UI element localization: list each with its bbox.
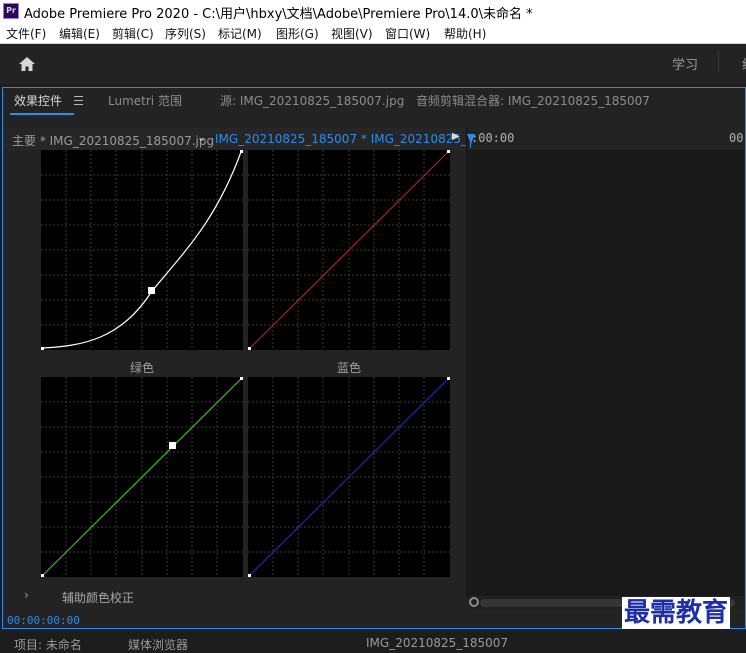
workspace-learning[interactable]: 学习 xyxy=(672,54,698,73)
menu-view[interactable]: 视图(V) xyxy=(331,25,373,42)
menu-clip[interactable]: 剪辑(C) xyxy=(112,25,154,42)
active-tab-indicator xyxy=(10,113,74,115)
play-icon[interactable]: ▶ xyxy=(452,131,460,142)
menu-sequence[interactable]: 序列(S) xyxy=(165,25,206,42)
menu-window[interactable]: 窗口(W) xyxy=(385,25,430,42)
red-curve-graph[interactable] xyxy=(248,150,450,350)
timecode-display[interactable]: 00:00:00:00 xyxy=(7,614,80,627)
workspace-editing[interactable]: 编 xyxy=(742,54,746,73)
menu-help[interactable]: 帮助(H) xyxy=(444,25,486,42)
menu-edit[interactable]: 编辑(E) xyxy=(59,25,100,42)
menu-file[interactable]: 文件(F) xyxy=(6,25,46,42)
workspace-bar xyxy=(0,44,746,84)
menu-bar: 文件(F) 编辑(E) 剪辑(C) 序列(S) 标记(M) 图形(G) 视图(V… xyxy=(0,23,746,44)
master-curve-graph[interactable] xyxy=(41,150,243,350)
green-curve-point xyxy=(169,442,176,449)
tab-sequence[interactable]: IMG_20210825_185007 xyxy=(366,636,508,650)
secondary-color-correction-label[interactable]: 辅助颜色校正 xyxy=(62,589,134,606)
tab-source[interactable]: 源: IMG_20210825_185007.jpg xyxy=(220,92,404,109)
panel-menu-icon[interactable] xyxy=(74,96,83,105)
tab-audio-clip-mixer[interactable]: 音频剪辑混合器: IMG_20210825_185007 xyxy=(416,92,650,109)
watermark-logo: 最需教育 xyxy=(622,597,731,629)
mini-timeline-area[interactable] xyxy=(468,150,744,596)
workspace-separator xyxy=(718,50,719,72)
chevron-down-icon[interactable]: ⌄ xyxy=(197,131,206,144)
scrollbar-start-handle[interactable] xyxy=(469,597,479,607)
playhead-line xyxy=(470,138,471,148)
sequence-clip-label[interactable]: IMG_20210825_185007 * IMG_20210825_... xyxy=(215,132,478,146)
playhead-icon[interactable] xyxy=(467,134,475,144)
window-title: Adobe Premiere Pro 2020 - C:\用户\hbxy\文档\… xyxy=(24,7,533,22)
green-curve-graph[interactable] xyxy=(41,377,243,577)
master-curve-point xyxy=(148,287,155,294)
master-clip-label[interactable]: 主要 * IMG_20210825_185007.jpg xyxy=(12,132,214,149)
ruler-end-time: 00: xyxy=(729,131,746,145)
green-curve-label: 绿色 xyxy=(129,361,154,375)
premiere-app-icon[interactable]: Pr xyxy=(3,3,19,19)
blue-curve-graph[interactable] xyxy=(248,377,450,577)
blue-curve-label: 蓝色 xyxy=(336,361,361,375)
tab-effect-controls[interactable]: 效果控件 xyxy=(14,92,62,109)
menu-graphics[interactable]: 图形(G) xyxy=(276,25,319,42)
chevron-right-icon[interactable]: › xyxy=(24,588,29,602)
ruler-start-time: :00:00 xyxy=(471,131,515,145)
home-icon[interactable] xyxy=(18,56,36,75)
menu-marker[interactable]: 标记(M) xyxy=(218,25,262,42)
tab-lumetri-scopes[interactable]: Lumetri 范围 xyxy=(108,92,182,109)
